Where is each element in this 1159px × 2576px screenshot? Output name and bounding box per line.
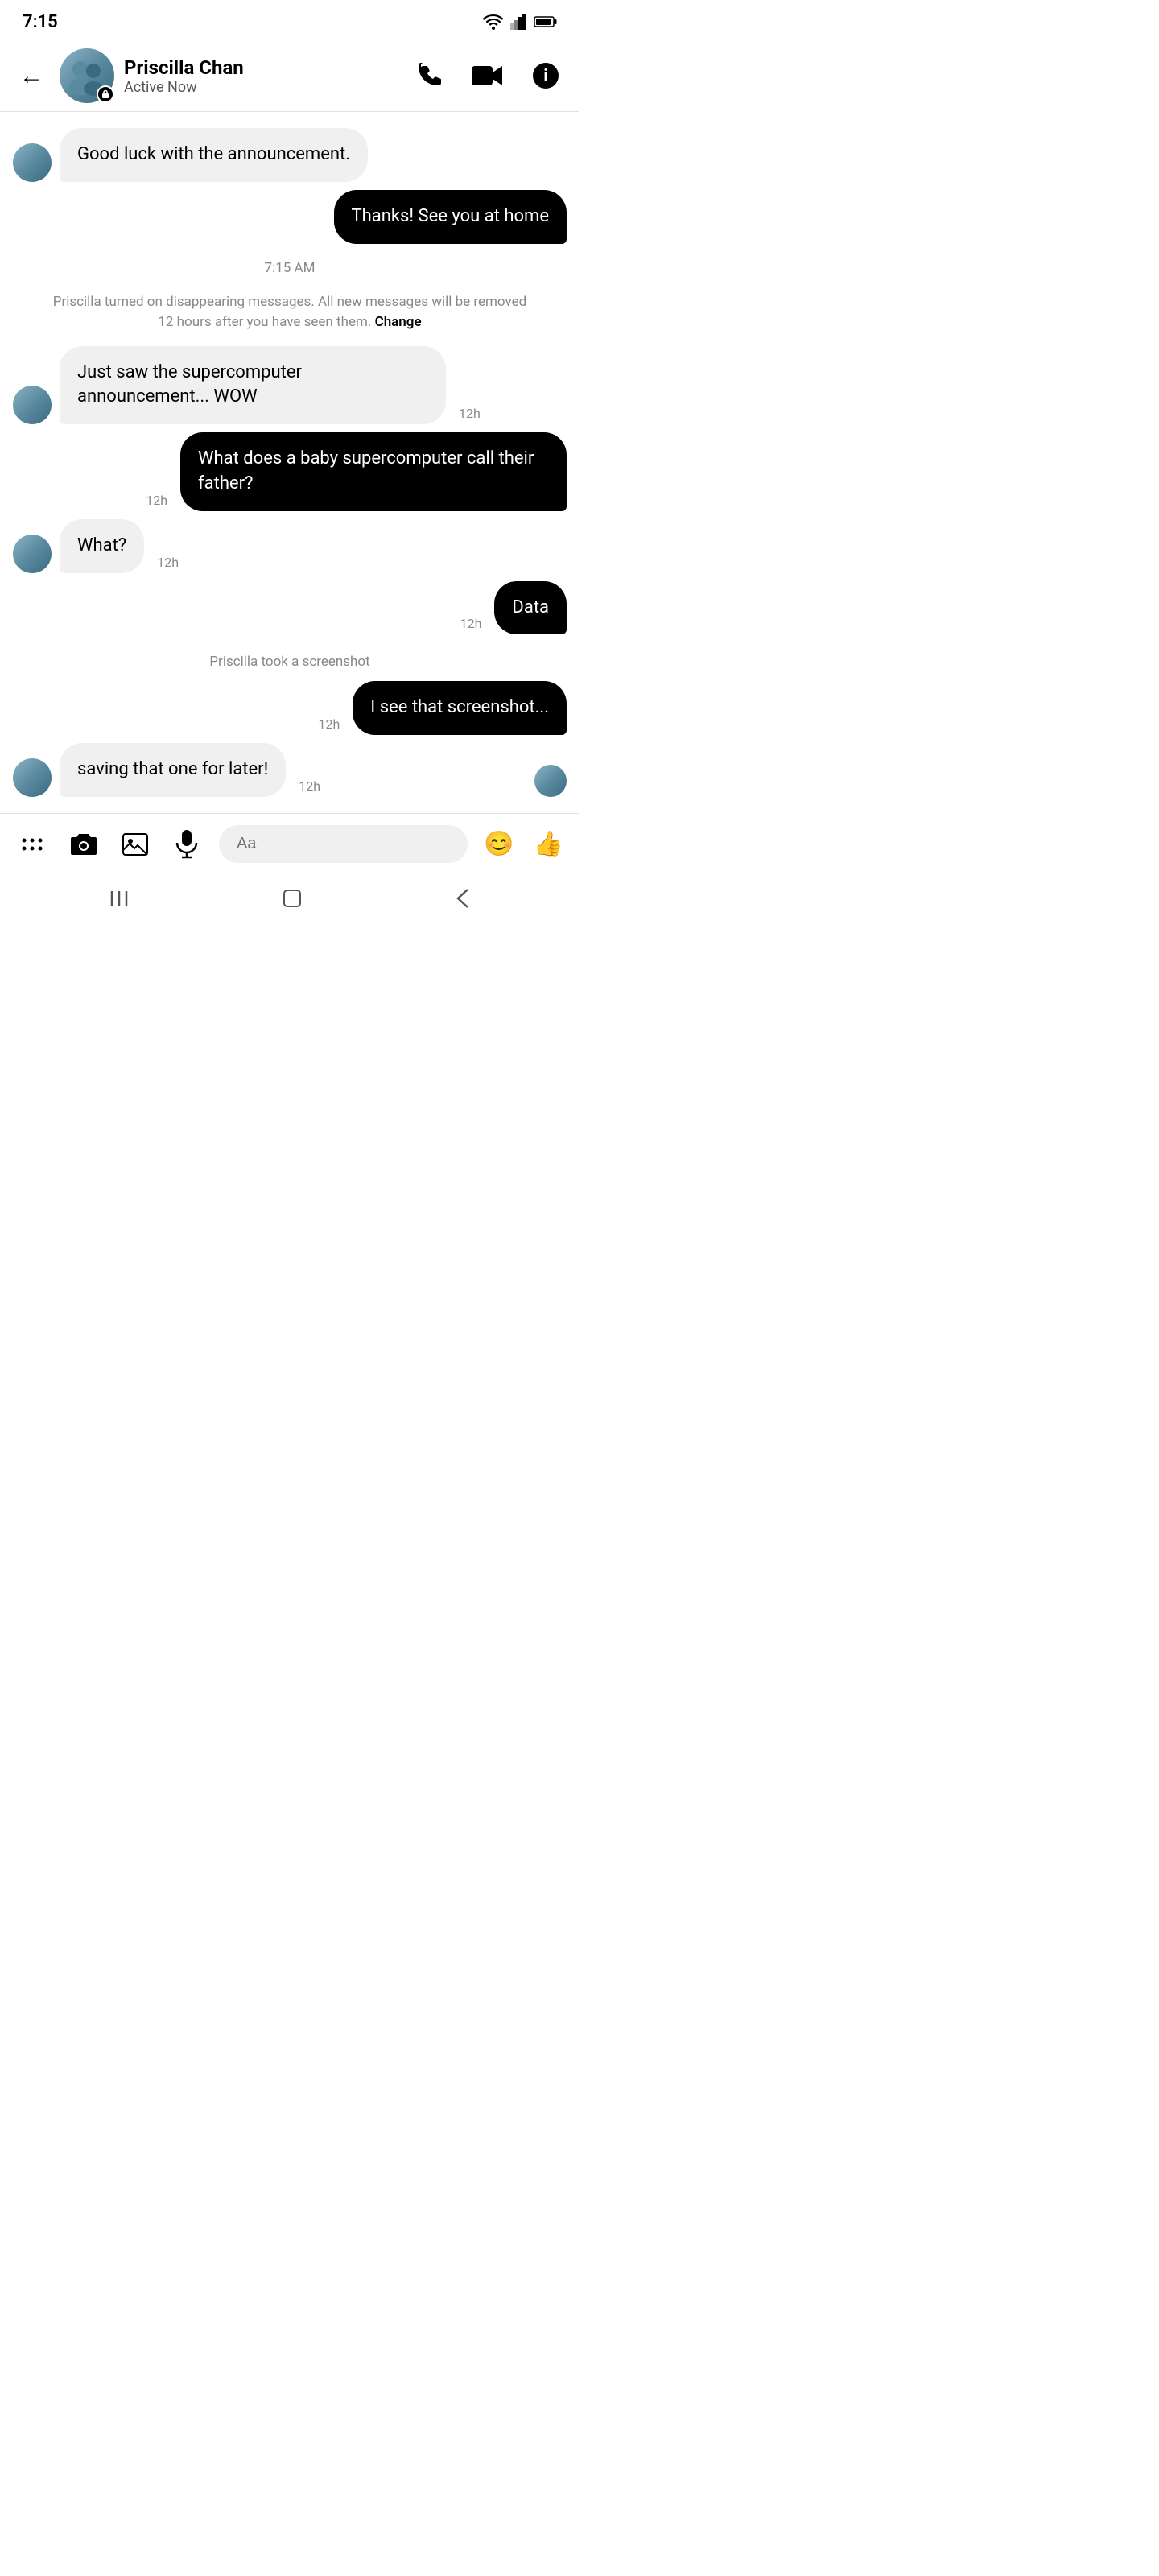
back-nav-button[interactable] xyxy=(453,886,472,910)
home-icon xyxy=(280,886,304,910)
message-timestamp: 12h xyxy=(294,778,325,797)
mic-icon xyxy=(175,830,198,859)
phone-icon xyxy=(415,61,444,90)
microphone-button[interactable] xyxy=(167,825,206,864)
status-bar: 7:15 xyxy=(0,0,580,40)
message-timestamp: 12h xyxy=(454,406,485,424)
dots-icon xyxy=(20,832,44,857)
battery-icon xyxy=(534,15,557,28)
message-bubble: Good luck with the announcement. xyxy=(60,128,368,182)
message-timestamp: 12h xyxy=(141,493,172,511)
video-icon xyxy=(470,61,505,90)
message-bubble: Just saw the supercomputer announcement.… xyxy=(60,346,446,425)
back-nav-icon xyxy=(453,886,472,910)
sender-avatar xyxy=(13,386,52,424)
message-row: What? 12h xyxy=(13,519,567,573)
message-row: 12h What does a baby supercomputer call … xyxy=(13,432,567,511)
sender-avatar xyxy=(13,758,52,797)
sender-avatar xyxy=(13,535,52,573)
contact-name: Priscilla Chan xyxy=(124,56,399,79)
message-timestamp: 12h xyxy=(152,555,184,573)
thumbsup-button[interactable]: 👍 xyxy=(530,825,567,864)
message-timestamp: 12h xyxy=(313,716,344,735)
system-message: Priscilla turned on disappearing message… xyxy=(13,287,567,338)
message-row: saving that one for later! 12h xyxy=(13,743,567,797)
more-options-button[interactable] xyxy=(13,825,52,864)
message-row: 12h I see that screenshot... xyxy=(13,681,567,735)
signal-icon xyxy=(510,14,528,30)
camera-button[interactable] xyxy=(64,825,103,864)
svg-text:i: i xyxy=(543,65,547,85)
contact-info: Priscilla Chan Active Now xyxy=(124,56,399,96)
navigation-bar xyxy=(0,875,580,930)
info-button[interactable]: i xyxy=(525,55,567,97)
sender-avatar xyxy=(13,143,52,182)
chat-area: Good luck with the announcement. Thanks!… xyxy=(0,112,580,813)
gallery-button[interactable] xyxy=(116,825,155,864)
message-bubble: Thanks! See you at home xyxy=(334,190,567,244)
message-bubble: Data xyxy=(494,581,567,635)
message-bubble: What does a baby supercomputer call thei… xyxy=(180,432,567,511)
emoji-button[interactable]: 😊 xyxy=(481,825,518,864)
message-row: Good luck with the announcement. xyxy=(13,128,567,182)
time-divider: 7:15 AM xyxy=(13,252,567,279)
system-message-text: Priscilla turned on disappearing message… xyxy=(53,294,526,331)
message-row: 12h Data xyxy=(13,581,567,635)
lock-icon xyxy=(97,85,114,103)
chat-header: ← Priscilla Chan Active Now xyxy=(0,40,580,112)
video-call-button[interactable] xyxy=(467,55,509,97)
status-time: 7:15 xyxy=(23,12,58,32)
message-timestamp: 12h xyxy=(456,616,487,634)
header-actions: i xyxy=(409,55,567,97)
message-input[interactable] xyxy=(219,825,468,863)
recent-apps-icon xyxy=(107,888,131,909)
change-link[interactable]: Change xyxy=(375,314,422,330)
info-icon: i xyxy=(531,61,560,90)
message-bubble: What? xyxy=(60,519,144,573)
wifi-icon xyxy=(483,14,504,30)
back-button[interactable]: ← xyxy=(13,59,50,93)
screenshot-notice: Priscilla took a screenshot xyxy=(13,642,567,673)
recent-apps-button[interactable] xyxy=(107,888,131,909)
message-row: Just saw the supercomputer announcement.… xyxy=(13,346,567,425)
contact-avatar-container[interactable] xyxy=(60,48,114,103)
phone-call-button[interactable] xyxy=(409,55,451,97)
status-icons xyxy=(483,14,557,30)
home-button[interactable] xyxy=(280,886,304,910)
read-receipt-avatar xyxy=(534,765,567,797)
camera-icon xyxy=(69,832,98,857)
message-bubble: I see that screenshot... xyxy=(353,681,567,735)
gallery-icon xyxy=(122,832,149,857)
bottom-toolbar: 😊 👍 xyxy=(0,813,580,875)
contact-status: Active Now xyxy=(124,79,399,96)
message-bubble: saving that one for later! xyxy=(60,743,286,797)
message-row: Thanks! See you at home xyxy=(13,190,567,244)
